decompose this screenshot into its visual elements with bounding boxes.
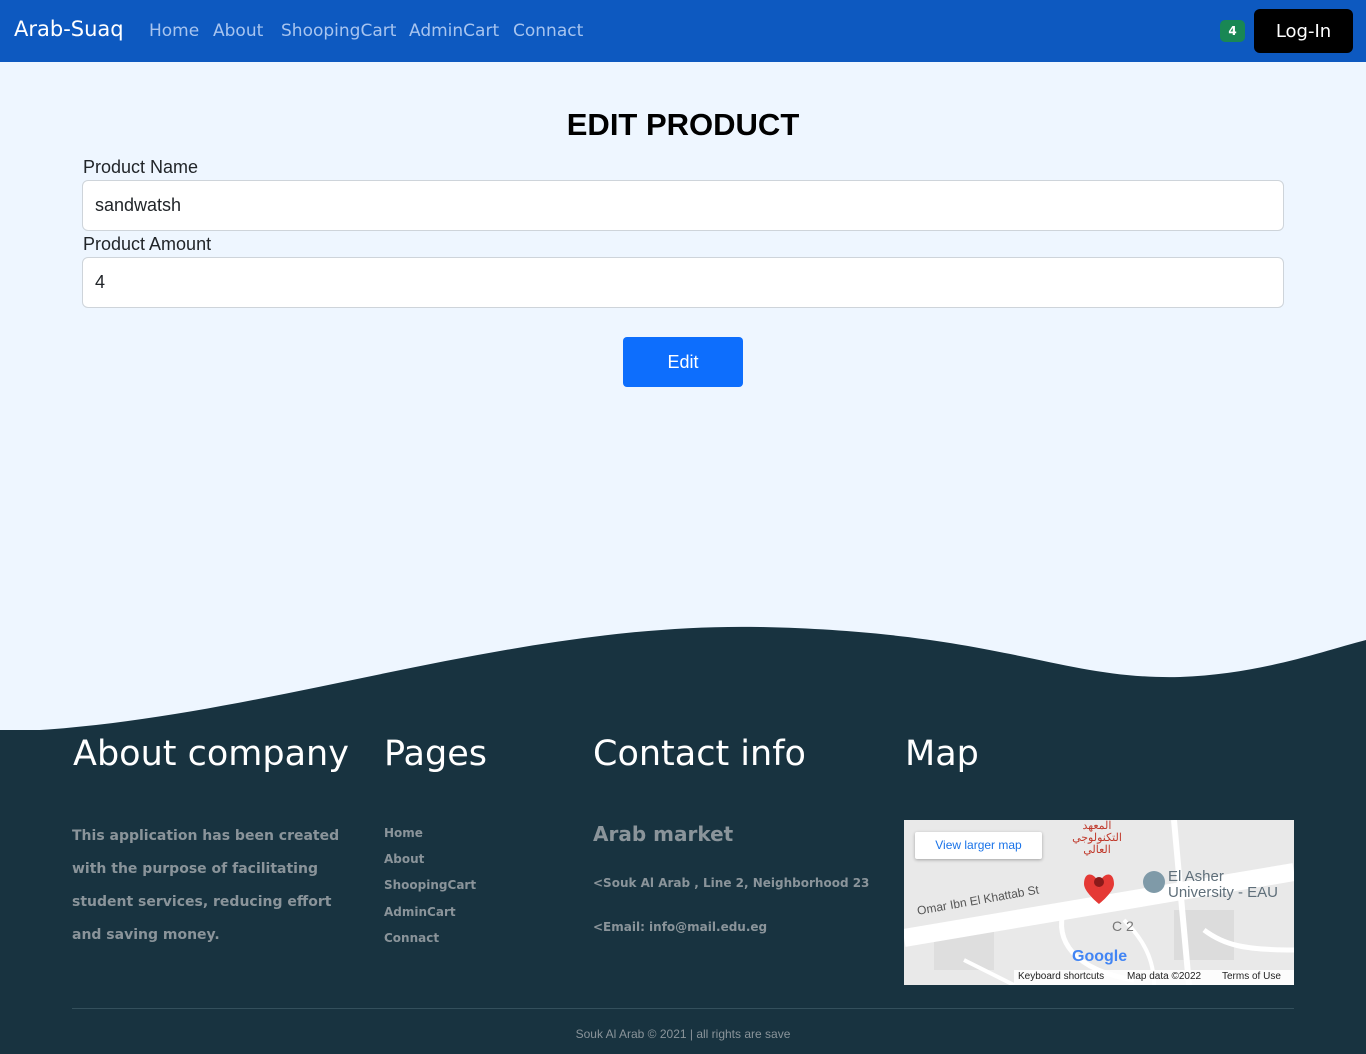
product-amount-input[interactable] bbox=[82, 257, 1284, 308]
navbar: Arab-Suaq Home About ShoopingCart AdminC… bbox=[0, 0, 1366, 62]
map-institute-label: المعهد التكنولوجي العالي bbox=[1072, 820, 1122, 856]
map-university-label-line2: University - EAU bbox=[1168, 884, 1279, 901]
nav-link-admincart[interactable]: AdminCart bbox=[409, 21, 499, 41]
footer-divider bbox=[72, 1008, 1294, 1009]
map-embed[interactable]: View larger map المعهد التكنولوجي العالي… bbox=[904, 820, 1294, 985]
map-data-credit: Map data ©2022 bbox=[1127, 971, 1202, 982]
page-title: EDIT PRODUCT bbox=[566, 107, 800, 142]
google-logo: Google bbox=[1072, 948, 1128, 965]
footer-link-shoopingcart[interactable]: ShoopingCart bbox=[384, 878, 476, 892]
map-university-label: El Asher bbox=[1168, 868, 1224, 885]
about-company-text: This application has been created with t… bbox=[72, 828, 340, 943]
contact-info-heading: Contact info bbox=[593, 734, 806, 774]
nav-link-connact[interactable]: Connact bbox=[513, 21, 583, 41]
nav-link-about[interactable]: About bbox=[213, 21, 263, 41]
footer-link-admincart[interactable]: AdminCart bbox=[384, 905, 456, 919]
footer-link-about[interactable]: About bbox=[384, 852, 424, 866]
cart-count-badge[interactable]: 4 bbox=[1220, 20, 1245, 42]
login-button[interactable]: Log-In bbox=[1254, 9, 1353, 53]
map-block-label: C 2 bbox=[1112, 918, 1134, 934]
pages-heading: Pages bbox=[384, 734, 487, 774]
footer-link-home[interactable]: Home bbox=[384, 826, 423, 840]
view-larger-map-link[interactable]: View larger map bbox=[915, 832, 1042, 859]
map-terms-link[interactable]: Terms of Use bbox=[1222, 971, 1281, 982]
map-keyboard-shortcuts[interactable]: Keyboard shortcuts bbox=[1018, 971, 1104, 982]
contact-email: <Email: info@mail.edu.eg bbox=[593, 920, 768, 934]
copyright-text: Souk Al Arab © 2021 | all rights are sav… bbox=[575, 1027, 791, 1041]
map-attribution-bar: Keyboard shortcuts Map data ©2022 Terms … bbox=[1014, 970, 1294, 985]
product-name-label: Product Name bbox=[83, 157, 199, 177]
footer: About company This application has been … bbox=[0, 730, 1366, 1054]
footer-link-connact[interactable]: Connact bbox=[384, 931, 439, 945]
product-name-input[interactable] bbox=[82, 180, 1284, 231]
contact-address: <Souk Al Arab , Line 2, Neighborhood 23 bbox=[593, 876, 870, 890]
map-heading: Map bbox=[905, 734, 979, 774]
nav-link-home[interactable]: Home bbox=[149, 21, 199, 41]
about-company-heading: About company bbox=[73, 734, 349, 774]
nav-link-shoopingcart[interactable]: ShoopingCart bbox=[281, 21, 396, 41]
edit-button[interactable]: Edit bbox=[623, 337, 743, 387]
product-amount-label: Product Amount bbox=[83, 234, 212, 254]
contact-company-name: Arab market bbox=[593, 822, 734, 846]
footer-wave bbox=[0, 626, 1366, 740]
brand-logo[interactable]: Arab-Suaq bbox=[14, 17, 124, 41]
